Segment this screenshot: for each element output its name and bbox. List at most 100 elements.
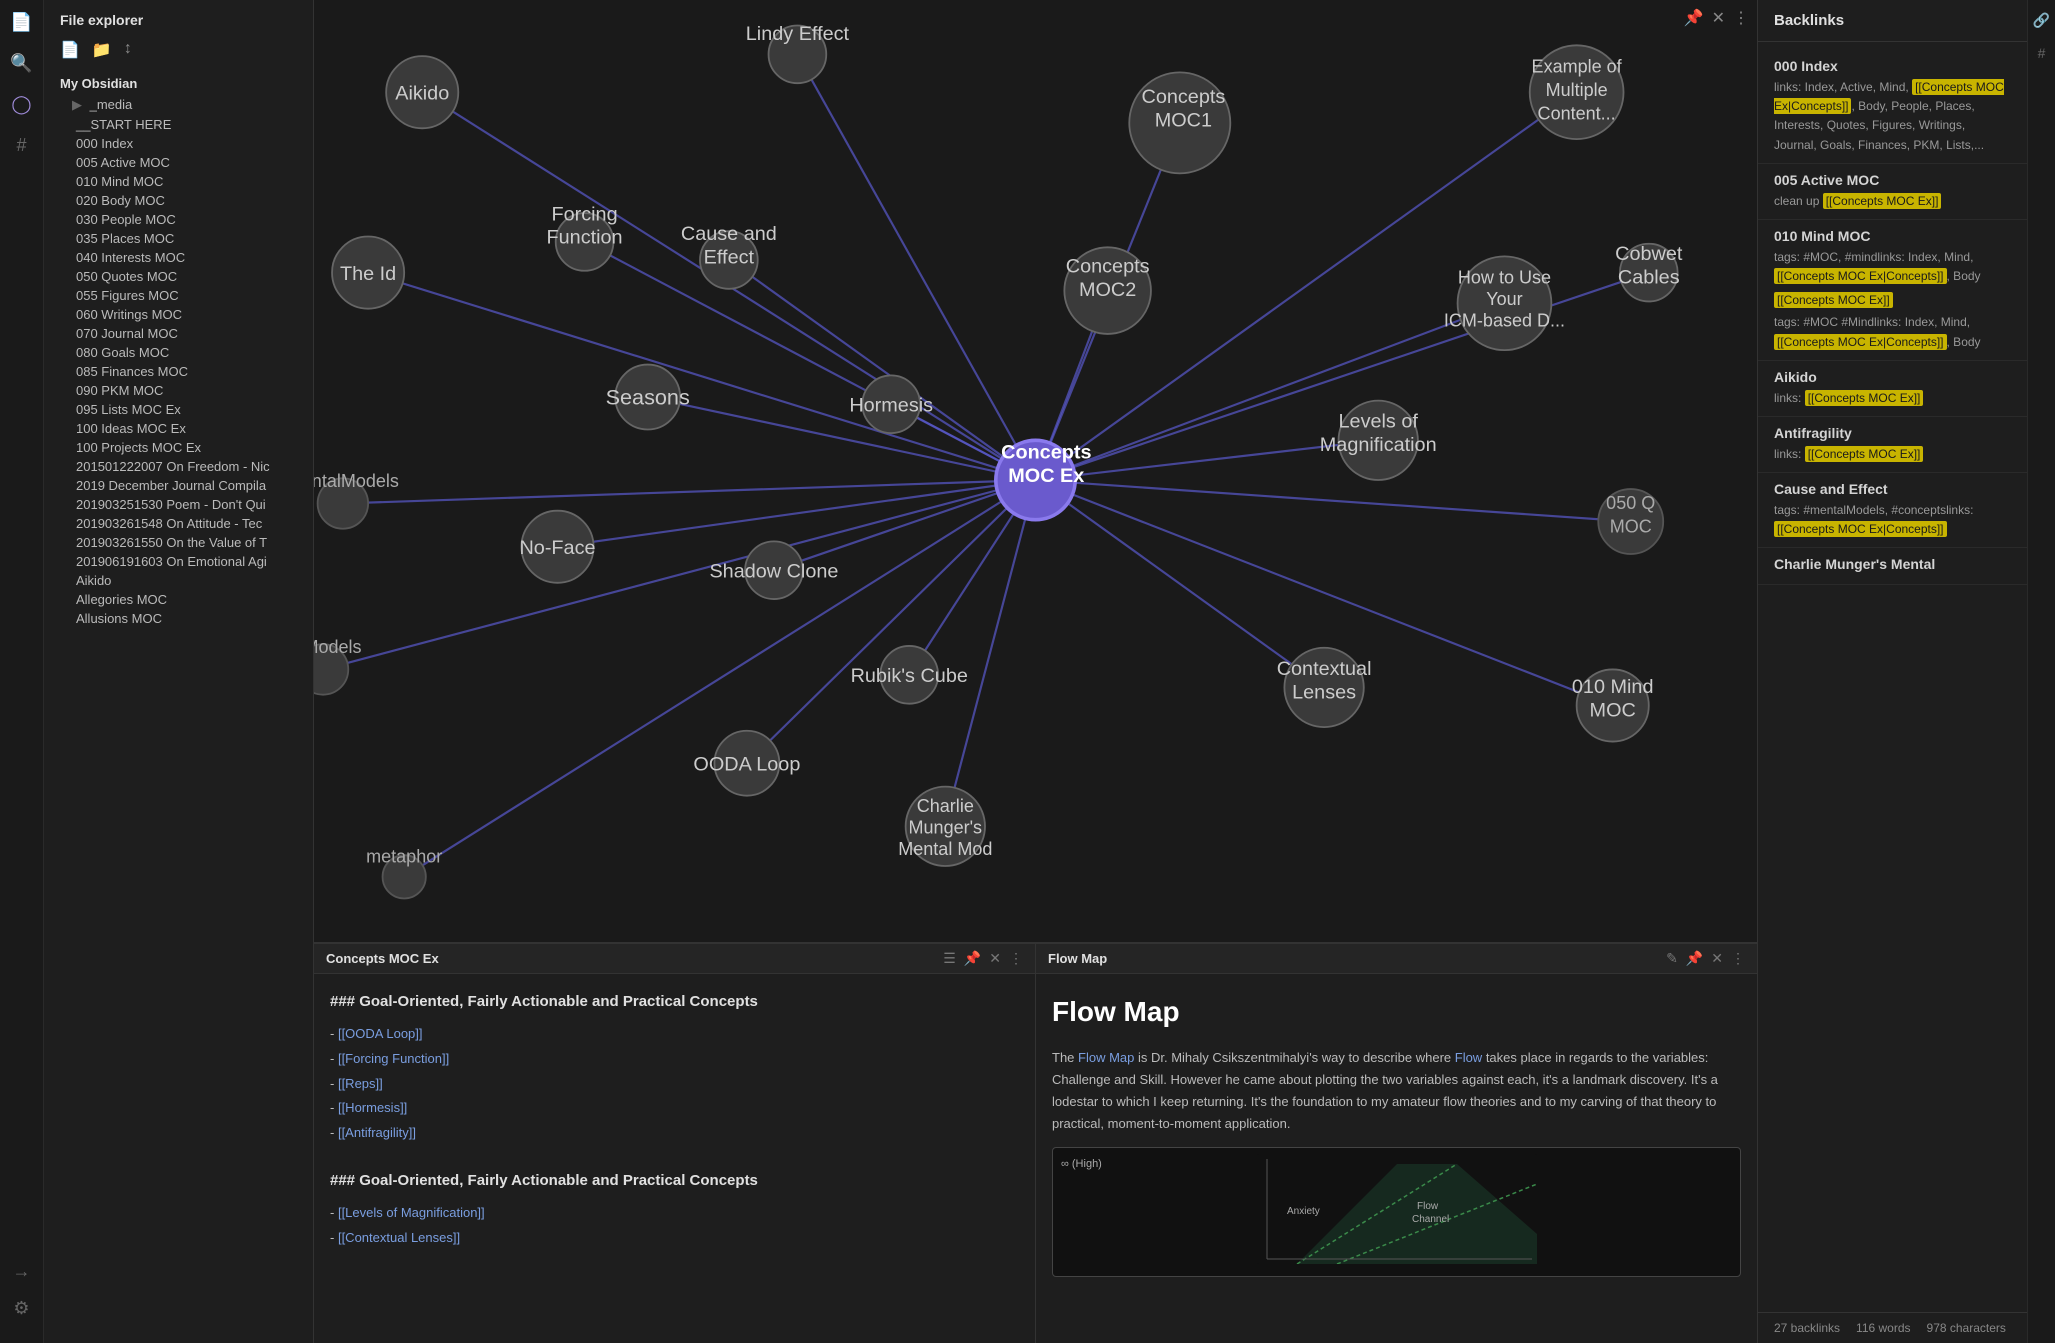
flow-chart: ∞ (High) Anxiety Flow Channel	[1052, 1147, 1741, 1277]
sidebar-item-095-lists[interactable]: 095 Lists MOC Ex	[44, 400, 313, 419]
svg-text:Concepts: Concepts	[1142, 86, 1226, 108]
search-icon[interactable]: 🔍	[10, 53, 32, 74]
backlink-005-active-title[interactable]: 005 Active MOC	[1774, 172, 2011, 188]
pin-flow-icon[interactable]: 📌	[1686, 950, 1703, 967]
flow-map-panel: Flow Map ✎ 📌 ✕ ⋮ Flow Map The Flow Map i…	[1036, 944, 1757, 1343]
concepts-link-forcing[interactable]: - [[Forcing Function]]	[330, 1049, 1019, 1070]
new-folder-icon[interactable]: 📁	[92, 40, 112, 60]
concepts-link-contextual[interactable]: - [[Contextual Lenses]]	[330, 1228, 1019, 1249]
backlink-concepts-link-6[interactable]: [[Concepts MOC Ex]]	[1805, 390, 1924, 406]
sidebar-item-100-ideas[interactable]: 100 Ideas MOC Ex	[44, 419, 313, 438]
sidebar-item-050-quotes[interactable]: 050 Quotes MOC	[44, 267, 313, 286]
svg-text:MOC2: MOC2	[1079, 279, 1136, 301]
backlink-concepts-link-7[interactable]: [[Concepts MOC Ex]]	[1805, 446, 1924, 462]
svg-text:talModels: talModels	[314, 637, 362, 657]
backlink-concepts-link-4[interactable]: [[Concepts MOC Ex]]	[1774, 292, 1893, 308]
concepts-section1-heading: ### Goal-Oriented, Fairly Actionable and…	[330, 990, 1019, 1014]
graph-view[interactable]: 📌 ✕ ⋮	[314, 0, 1757, 943]
pin-concepts-icon[interactable]: 📌	[964, 950, 981, 967]
sidebar-item-090-pkm[interactable]: 090 PKM MOC	[44, 381, 313, 400]
flow-map-link[interactable]: Flow Map	[1078, 1050, 1134, 1065]
svg-text:MOC: MOC	[1610, 516, 1652, 536]
backlink-010-mind-title[interactable]: 010 Mind MOC	[1774, 228, 2011, 244]
flow-link[interactable]: Flow	[1455, 1050, 1482, 1065]
sidebar-item-080-goals[interactable]: 080 Goals MOC	[44, 343, 313, 362]
sidebar-item-201903261550[interactable]: 201903261550 On the Value of T	[44, 533, 313, 552]
pin-graph-icon[interactable]: 📌	[1684, 8, 1704, 28]
tag-icon[interactable]: #	[16, 135, 26, 156]
sidebar-item-100-projects[interactable]: 100 Projects MOC Ex	[44, 438, 313, 457]
svg-text:Example of: Example of	[1532, 56, 1623, 76]
sidebar-item-allusions[interactable]: Allusions MOC	[44, 609, 313, 628]
sidebar-item-035-places[interactable]: 035 Places MOC	[44, 229, 313, 248]
sidebar-item-010-mind[interactable]: 010 Mind MOC	[44, 172, 313, 191]
file-nav-icon[interactable]: 📄	[10, 12, 32, 33]
sidebar-item-2019-dec[interactable]: 2019 December Journal Compila	[44, 476, 313, 495]
graph-icon[interactable]: ◯	[11, 94, 31, 115]
sidebar-item-aikido[interactable]: Aikido	[44, 571, 313, 590]
svg-text:Shadow Clone: Shadow Clone	[709, 560, 838, 582]
hash-right-icon[interactable]: #	[2038, 45, 2046, 61]
backlink-000-index: 000 Index links: Index, Active, Mind, [[…	[1758, 50, 2027, 164]
sidebar-item-000-index[interactable]: 000 Index	[44, 134, 313, 153]
concepts-link-hormesis[interactable]: - [[Hormesis]]	[330, 1098, 1019, 1119]
more-flow-icon[interactable]: ⋮	[1731, 950, 1745, 967]
sidebar-item-005-active[interactable]: 005 Active MOC	[44, 153, 313, 172]
backlink-concepts-link-5[interactable]: [[Concepts MOC Ex|Concepts]]	[1774, 334, 1947, 350]
sidebar-item-allegories[interactable]: Allegories MOC	[44, 590, 313, 609]
backlink-aikido-title[interactable]: Aikido	[1774, 369, 2011, 385]
link-right-icon[interactable]: 🔗	[2033, 12, 2050, 29]
backlink-005-active-text: clean up [[Concepts MOC Ex]]	[1774, 192, 2011, 211]
tree-root-label[interactable]: My Obsidian	[44, 72, 313, 95]
sidebar-item-media[interactable]: ▶ _media	[44, 95, 313, 115]
sidebar-item-201903261548[interactable]: 201903261548 On Attitude - Tec	[44, 514, 313, 533]
svg-text:metaphor: metaphor	[366, 846, 442, 866]
backlinks-count: 27 backlinks	[1774, 1321, 1840, 1335]
svg-text:Levels of: Levels of	[1339, 411, 1419, 433]
svg-text:Concepts: Concepts	[1066, 256, 1150, 278]
sidebar-item-060-writings[interactable]: 060 Writings MOC	[44, 305, 313, 324]
backlink-cause-effect-title[interactable]: Cause and Effect	[1774, 481, 2011, 497]
logout-icon[interactable]: →	[13, 1261, 31, 1282]
backlink-000-index-title[interactable]: 000 Index	[1774, 58, 2011, 74]
concepts-section2-heading: ### Goal-Oriented, Fairly Actionable and…	[330, 1169, 1019, 1193]
sidebar-item-020-body[interactable]: 020 Body MOC	[44, 191, 313, 210]
svg-text:Charlie: Charlie	[917, 796, 974, 816]
close-graph-icon[interactable]: ✕	[1712, 8, 1725, 28]
backlink-concepts-link-1[interactable]: [[Concepts MOC Ex|Concepts]]	[1774, 79, 2004, 114]
concepts-link-ooda[interactable]: - [[OODA Loop]]	[330, 1024, 1019, 1045]
sidebar-item-040-interests[interactable]: 040 Interests MOC	[44, 248, 313, 267]
backlink-concepts-link-2[interactable]: [[Concepts MOC Ex]]	[1823, 193, 1942, 209]
sidebar-item-030-people[interactable]: 030 People MOC	[44, 210, 313, 229]
sidebar-item-201501222007[interactable]: 201501222007 On Freedom - Nic	[44, 457, 313, 476]
close-concepts-icon[interactable]: ✕	[989, 950, 1001, 967]
more-concepts-icon[interactable]: ⋮	[1009, 950, 1023, 967]
backlink-antifragility-title[interactable]: Antifragility	[1774, 425, 2011, 441]
sidebar-item-201903251530[interactable]: 201903251530 Poem - Don't Qui	[44, 495, 313, 514]
backlink-concepts-link-3[interactable]: [[Concepts MOC Ex|Concepts]]	[1774, 268, 1947, 284]
reading-mode-icon[interactable]: ☰	[943, 950, 956, 967]
concepts-link-levels[interactable]: - [[Levels of Magnification]]	[330, 1203, 1019, 1224]
more-graph-icon[interactable]: ⋮	[1733, 8, 1749, 28]
close-flow-icon[interactable]: ✕	[1711, 950, 1723, 967]
sidebar-item-055-figures[interactable]: 055 Figures MOC	[44, 286, 313, 305]
svg-text:Anxiety: Anxiety	[1287, 1206, 1320, 1217]
backlink-antifragility: Antifragility links: [[Concepts MOC Ex]]	[1758, 417, 2027, 473]
settings-icon[interactable]: ⚙	[13, 1298, 29, 1319]
sidebar-item-085-finances[interactable]: 085 Finances MOC	[44, 362, 313, 381]
backlink-charlie-munger-title[interactable]: Charlie Munger's Mental	[1774, 556, 2011, 572]
sort-icon[interactable]: ↕	[124, 40, 132, 60]
new-file-icon[interactable]: 📄	[60, 40, 80, 60]
sidebar-item-201906191603[interactable]: 201906191603 On Emotional Agi	[44, 552, 313, 571]
concepts-link-reps[interactable]: - [[Reps]]	[330, 1074, 1019, 1095]
sidebar-toolbar: 📄 📁 ↕	[44, 36, 313, 68]
backlink-concepts-link-8[interactable]: [[Concepts MOC Ex|Concepts]]	[1774, 521, 1947, 537]
sidebar-item-start-here[interactable]: __START HERE	[44, 115, 313, 134]
svg-text:MOC Ex: MOC Ex	[1008, 465, 1084, 487]
graph-svg: Concepts MOC Ex Concepts MOC1 Concepts M…	[314, 0, 1757, 942]
sidebar-item-070-journal[interactable]: 070 Journal MOC	[44, 324, 313, 343]
svg-text:Rubik's Cube: Rubik's Cube	[851, 665, 968, 687]
svg-text:Hormesis: Hormesis	[849, 394, 933, 416]
concepts-link-antifragility[interactable]: - [[Antifragility]]	[330, 1123, 1019, 1144]
edit-flow-icon[interactable]: ✎	[1666, 950, 1678, 967]
